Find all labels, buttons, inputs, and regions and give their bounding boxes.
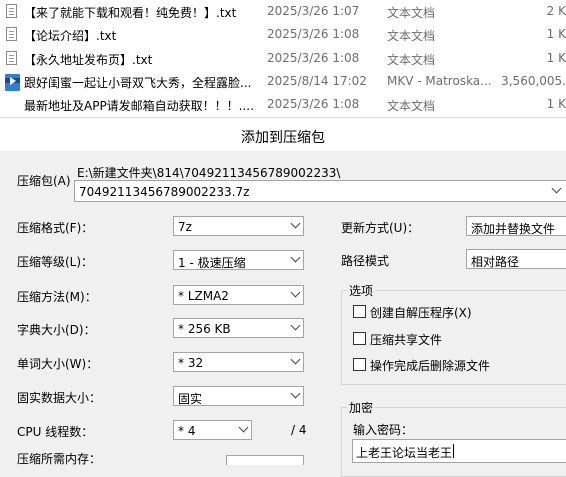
- title-bar[interactable]: 添加到压缩包: [0, 118, 566, 151]
- file-size: 3,560,005.: [501, 74, 566, 88]
- file-type: 文本文档: [387, 29, 436, 43]
- shared-option-label: 压缩共享文件: [370, 333, 443, 347]
- dict-value: * 256 KB: [178, 322, 231, 336]
- file-name: 跟好闺蜜一起让小哥双飞大秀，全程露脸...: [24, 76, 252, 90]
- threads-label: CPU 线程数：: [17, 425, 94, 439]
- encryption-legend: 加密: [347, 399, 376, 416]
- file-date: 2025/3/26 1:07: [267, 4, 360, 18]
- file-date: 2025/3/26 1:08: [267, 27, 360, 41]
- file-name: 最新地址及APP请发邮箱自动获取！！！....: [24, 99, 254, 113]
- sfx-checkbox[interactable]: [353, 305, 366, 318]
- chevron-down-icon: [290, 354, 301, 365]
- file-row[interactable]: 【来了就能下载和观看！纯免费！】.txt 2025/3/26 1:07 文本文档…: [0, 0, 566, 23]
- method-value: * LZMA2: [178, 289, 229, 303]
- file-date: 2025/3/26 1:08: [267, 51, 360, 65]
- word-select[interactable]: * 32: [173, 352, 304, 372]
- solid-label: 固实数据大小：: [17, 391, 102, 405]
- solid-select[interactable]: 固实: [173, 386, 304, 406]
- file-type: MKV - Matroska...: [387, 74, 492, 88]
- word-label: 单词大小(W)：: [17, 357, 99, 371]
- delete-checkbox[interactable]: [353, 358, 366, 371]
- chevron-down-icon: [238, 422, 249, 433]
- path-mode-value: 相对路径: [471, 255, 520, 269]
- file-size: 1 K: [546, 51, 566, 65]
- method-label: 压缩方法(M)：: [17, 290, 97, 304]
- file-name: 【永久地址发布页】.txt: [24, 53, 153, 67]
- level-value: 1 - 极速压缩: [178, 256, 246, 270]
- format-value: 7z: [178, 220, 192, 234]
- password-input[interactable]: 上老王论坛当老王: [352, 439, 566, 463]
- word-value: * 32: [178, 356, 204, 370]
- text-caret: [453, 444, 454, 458]
- file-row[interactable]: 【永久地址发布页】.txt 2025/3/26 1:08 文本文档 1 K: [0, 47, 566, 70]
- method-select[interactable]: * LZMA2: [173, 285, 304, 305]
- file-row[interactable]: 跟好闺蜜一起让小哥双飞大秀，全程露脸... 2025/8/14 17:02 MK…: [0, 70, 566, 93]
- update-label: 更新方式(U)：: [341, 221, 420, 235]
- chevron-down-icon: [290, 320, 301, 331]
- threads-total: / 4: [291, 423, 307, 437]
- path-mode-label: 路径模式: [341, 254, 390, 268]
- archive-name-value: 70492113456789002233.7z: [79, 185, 250, 199]
- memory-label: 压缩所需内存：: [17, 452, 102, 466]
- password-value: 上老王论坛当老王: [356, 446, 453, 460]
- password-label: 输入密码：: [353, 423, 414, 437]
- archive-name-input[interactable]: 70492113456789002233.7z: [74, 180, 566, 202]
- delete-option-label: 操作完成后删除源文件: [370, 359, 491, 373]
- chevron-down-icon: [290, 252, 301, 263]
- options-legend: 选项: [347, 282, 376, 299]
- file-name: 【论坛介绍】.txt: [24, 29, 117, 43]
- update-mode-value: 添加并替换文件: [471, 222, 556, 236]
- dict-select[interactable]: * 256 KB: [173, 318, 304, 338]
- format-select[interactable]: 7z: [173, 216, 304, 236]
- shared-checkbox[interactable]: [353, 332, 366, 345]
- file-size: 1 K: [546, 97, 566, 111]
- file-date: 2025/3/26 1:08: [267, 97, 360, 111]
- level-label: 压缩等级(L)：: [17, 255, 94, 269]
- threads-select[interactable]: * 4: [173, 420, 252, 440]
- chevron-down-icon: [290, 218, 301, 229]
- solid-value: 固实: [178, 392, 203, 406]
- threads-value: * 4: [178, 424, 196, 438]
- chevron-down-icon: [290, 287, 301, 298]
- file-date: 2025/8/14 17:02: [267, 74, 367, 88]
- dialog-title: 添加到压缩包: [241, 130, 325, 146]
- txt-file-icon: [6, 27, 17, 41]
- txt-file-icon: [6, 4, 17, 18]
- file-size: 1 K: [546, 27, 566, 41]
- file-type: 文本文档: [387, 6, 436, 20]
- update-mode-select[interactable]: 添加并替换文件: [466, 216, 566, 236]
- txt-file-icon: [6, 51, 17, 65]
- file-size: 2 K: [546, 4, 566, 18]
- file-row[interactable]: 【论坛介绍】.txt 2025/3/26 1:08 文本文档 1 K: [0, 23, 566, 46]
- path-mode-select[interactable]: 相对路径: [466, 249, 566, 269]
- file-type: 文本文档: [387, 53, 436, 67]
- chevron-down-icon: [290, 388, 301, 399]
- format-label: 压缩格式(F)：: [17, 221, 94, 235]
- mkv-video-icon: [5, 74, 20, 91]
- memory-value-box: [226, 455, 304, 465]
- level-select[interactable]: 1 - 极速压缩: [173, 250, 304, 270]
- archive-path: E:\新建文件夹\814\70492113456789002233\: [77, 166, 341, 180]
- chevron-down-icon[interactable]: [551, 183, 562, 194]
- dict-label: 字典大小(D)：: [17, 323, 96, 337]
- file-name: 【来了就能下载和观看！纯免费！】.txt: [24, 6, 237, 20]
- file-row[interactable]: 最新地址及APP请发邮箱自动获取！！！.... 2025/3/26 1:08 文…: [0, 93, 566, 116]
- file-type: 文本文档: [387, 99, 436, 113]
- file-list: 【来了就能下载和观看！纯免费！】.txt 2025/3/26 1:07 文本文档…: [0, 0, 566, 117]
- archive-label: 压缩包(A): [17, 174, 71, 188]
- sfx-option-label: 创建自解压程序(X): [370, 306, 472, 320]
